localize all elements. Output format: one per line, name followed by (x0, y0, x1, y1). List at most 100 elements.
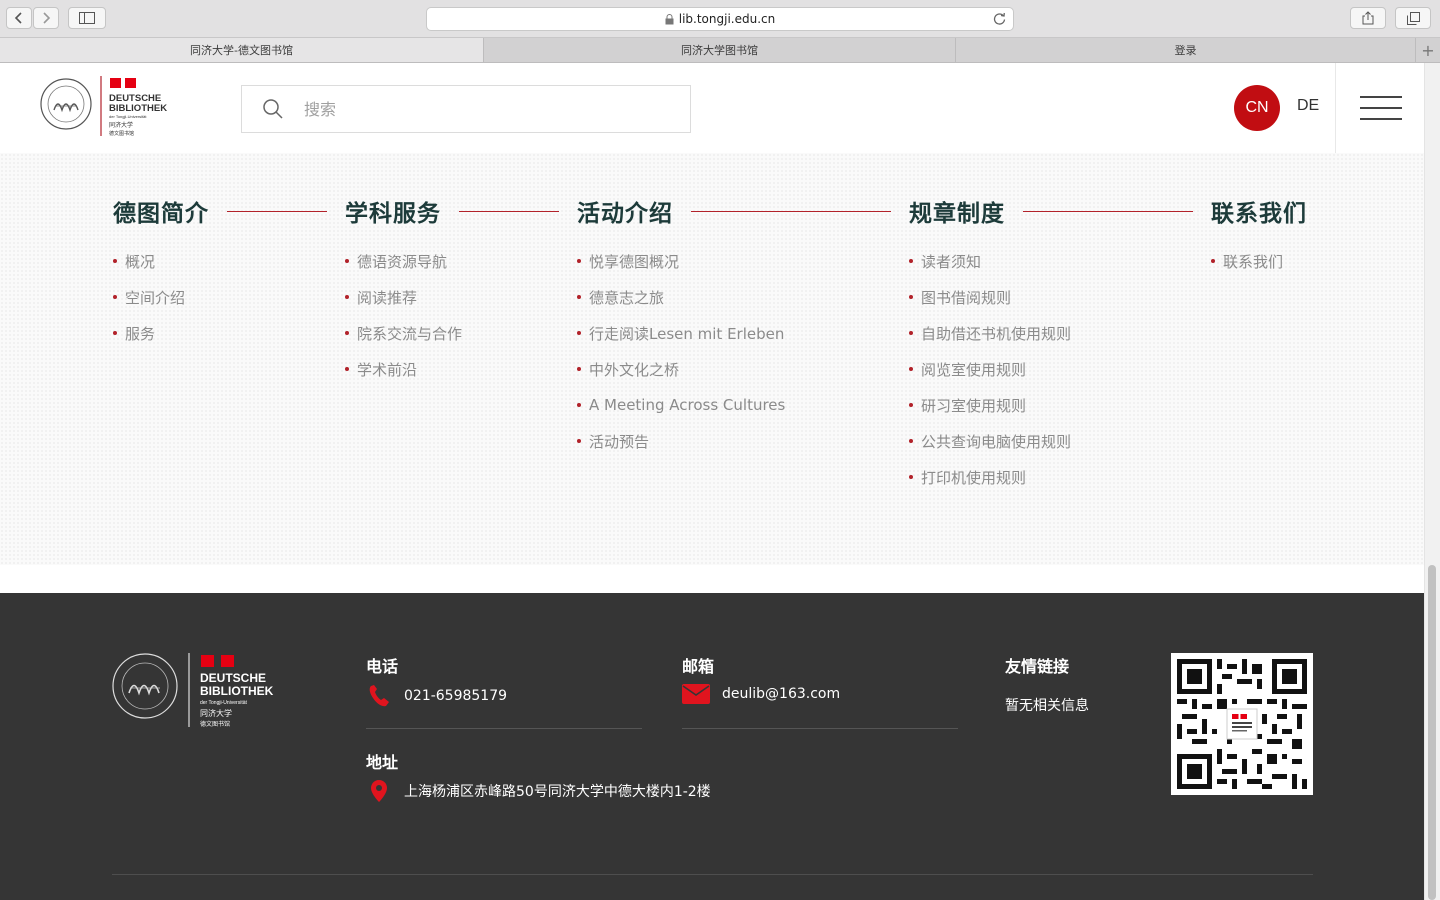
menu-item-label: 阅读推荐 (357, 288, 418, 307)
menu-column-header: 规章制度 (909, 195, 1193, 227)
menu-item-label: A Meeting Across Cultures (589, 396, 786, 414)
bullet (909, 259, 913, 263)
menu-item[interactable]: 打印机使用规则 (909, 459, 1193, 495)
lang-cn-button[interactable]: CN (1234, 85, 1280, 131)
logo-line-3: der Tongji-Universität (109, 114, 147, 119)
divider (227, 210, 327, 212)
divider (682, 728, 958, 729)
chevron-left-icon (14, 12, 22, 24)
lock-icon (665, 13, 674, 24)
sidebar-icon (79, 12, 95, 24)
menu-item[interactable]: 学术前沿 (345, 351, 559, 387)
menu-item[interactable]: A Meeting Across Cultures (577, 387, 891, 423)
menu-item[interactable]: 公共查询电脑使用规则 (909, 423, 1193, 459)
new-tab-button[interactable]: + (1416, 38, 1440, 62)
bullet (909, 439, 913, 443)
menu-column-title[interactable]: 德图简介 (113, 194, 209, 228)
qr-code (1171, 653, 1313, 795)
menu-column-title[interactable]: 联系我们 (1211, 194, 1307, 228)
menu-list: 概况 空间介绍 服务 (113, 243, 327, 351)
scrollbar-thumb[interactable] (1428, 565, 1436, 900)
menu-list: 读者须知 图书借阅规则 自助借还书机使用规则 阅览室使用规则 研习室使用规则 公… (909, 243, 1193, 495)
address-bar[interactable]: lib.tongji.edu.cn (426, 7, 1014, 31)
divider (112, 874, 1313, 875)
bullet (909, 295, 913, 299)
share-icon (1362, 11, 1374, 25)
menu-item[interactable]: 德意志之旅 (577, 279, 891, 315)
menu-column-title[interactable]: 学科服务 (345, 194, 441, 228)
divider (366, 728, 642, 729)
menu-item[interactable]: 研习室使用规则 (909, 387, 1193, 423)
menu-item-label: 学术前沿 (357, 360, 418, 379)
menu-item[interactable]: 自助借还书机使用规则 (909, 315, 1193, 351)
bullet (345, 331, 349, 335)
menu-item-label: 自助借还书机使用规则 (921, 324, 1072, 343)
tab-bar: 同济大学-德文图书馆 同济大学图书馆 登录 + (0, 38, 1440, 63)
address-text: 上海杨浦区赤峰路50号同济大学中德大楼内1-2楼 (404, 784, 711, 800)
mail-icon (682, 683, 710, 705)
bullet (909, 475, 913, 479)
menu-list: 悦享德图概况 德意志之旅 行走阅读Lesen mit Erleben 中外文化之… (577, 243, 891, 459)
location-pin-icon (370, 779, 388, 803)
bullet (345, 295, 349, 299)
menu-item-label: 空间介绍 (125, 288, 186, 307)
menu-column-title[interactable]: 规章制度 (909, 194, 1005, 228)
menu-item[interactable]: 服务 (113, 315, 327, 351)
logo-line-5: 德文图书馆 (109, 130, 134, 137)
phone-number[interactable]: 021-65985179 (404, 688, 507, 704)
logo-line-4: 同济大学 (200, 708, 232, 718)
menu-item[interactable]: 联系我们 (1211, 243, 1307, 279)
hamburger-line (1360, 118, 1402, 120)
bullet (345, 367, 349, 371)
menu-item-label: 图书借阅规则 (921, 288, 1012, 307)
menu-item[interactable]: 阅读推荐 (345, 279, 559, 315)
menu-item[interactable]: 概况 (113, 243, 327, 279)
email-address[interactable]: deulib@163.com (722, 686, 840, 702)
bullet (909, 331, 913, 335)
menu-list: 联系我们 (1211, 243, 1307, 279)
menu-column-header: 活动介绍 (577, 195, 891, 227)
menu-item[interactable]: 读者须知 (909, 243, 1193, 279)
menu-item[interactable]: 阅览室使用规则 (909, 351, 1193, 387)
menu-column-header: 学科服务 (345, 195, 559, 227)
reload-icon[interactable] (993, 12, 1006, 25)
menu-column-title[interactable]: 活动介绍 (577, 194, 673, 228)
bullet (577, 439, 581, 443)
tabs-overview-button[interactable] (1395, 7, 1431, 29)
bullet (577, 295, 581, 299)
menu-column-subject-services: 学科服务 德语资源导航 阅读推荐 院系交流与合作 学术前沿 (345, 195, 559, 387)
menu-item[interactable]: 中外文化之桥 (577, 351, 891, 387)
search-icon[interactable] (262, 98, 284, 120)
share-button[interactable] (1350, 7, 1386, 29)
back-button[interactable] (6, 7, 32, 29)
menu-column-regulations: 规章制度 读者须知 图书借阅规则 自助借还书机使用规则 阅览室使用规则 研习室使… (909, 195, 1193, 495)
tab-deutsche-bibliothek[interactable]: 同济大学-德文图书馆 (0, 38, 484, 62)
menu-item[interactable]: 空间介绍 (113, 279, 327, 315)
search-box (241, 85, 691, 133)
site-logo[interactable]: DEUTSCHE BIBLIOTHEK der Tongji-Universit… (40, 76, 180, 142)
menu-item[interactable]: 悦享德图概况 (577, 243, 891, 279)
menu-item[interactable]: 德语资源导航 (345, 243, 559, 279)
bullet (345, 259, 349, 263)
menu-item[interactable]: 活动预告 (577, 423, 891, 459)
bullet (577, 403, 581, 407)
chevron-right-icon (43, 12, 51, 24)
tab-tongji-library[interactable]: 同济大学图书馆 (484, 38, 956, 62)
menu-toggle-button[interactable] (1360, 96, 1402, 120)
menu-item[interactable]: 院系交流与合作 (345, 315, 559, 351)
menu-item[interactable]: 图书借阅规则 (909, 279, 1193, 315)
logo-line-5: 德文图书馆 (200, 720, 230, 728)
menu-item[interactable]: 行走阅读Lesen mit Erleben (577, 315, 891, 351)
lang-de-button[interactable]: DE (1297, 97, 1319, 115)
menu-item-label: 行走阅读Lesen mit Erleben (589, 324, 785, 343)
friend-links-label: 友情链接 (1005, 657, 1070, 676)
sidebar-toggle-button[interactable] (68, 7, 106, 29)
divider (459, 210, 559, 212)
browser-toolbar: lib.tongji.edu.cn (0, 0, 1440, 38)
bullet (113, 259, 117, 263)
forward-button[interactable] (33, 7, 59, 29)
tab-login[interactable]: 登录 (956, 38, 1416, 62)
search-input[interactable] (304, 99, 644, 119)
menu-column-intro: 德图简介 概况 空间介绍 服务 (113, 195, 327, 351)
tabs-icon (1406, 11, 1420, 25)
